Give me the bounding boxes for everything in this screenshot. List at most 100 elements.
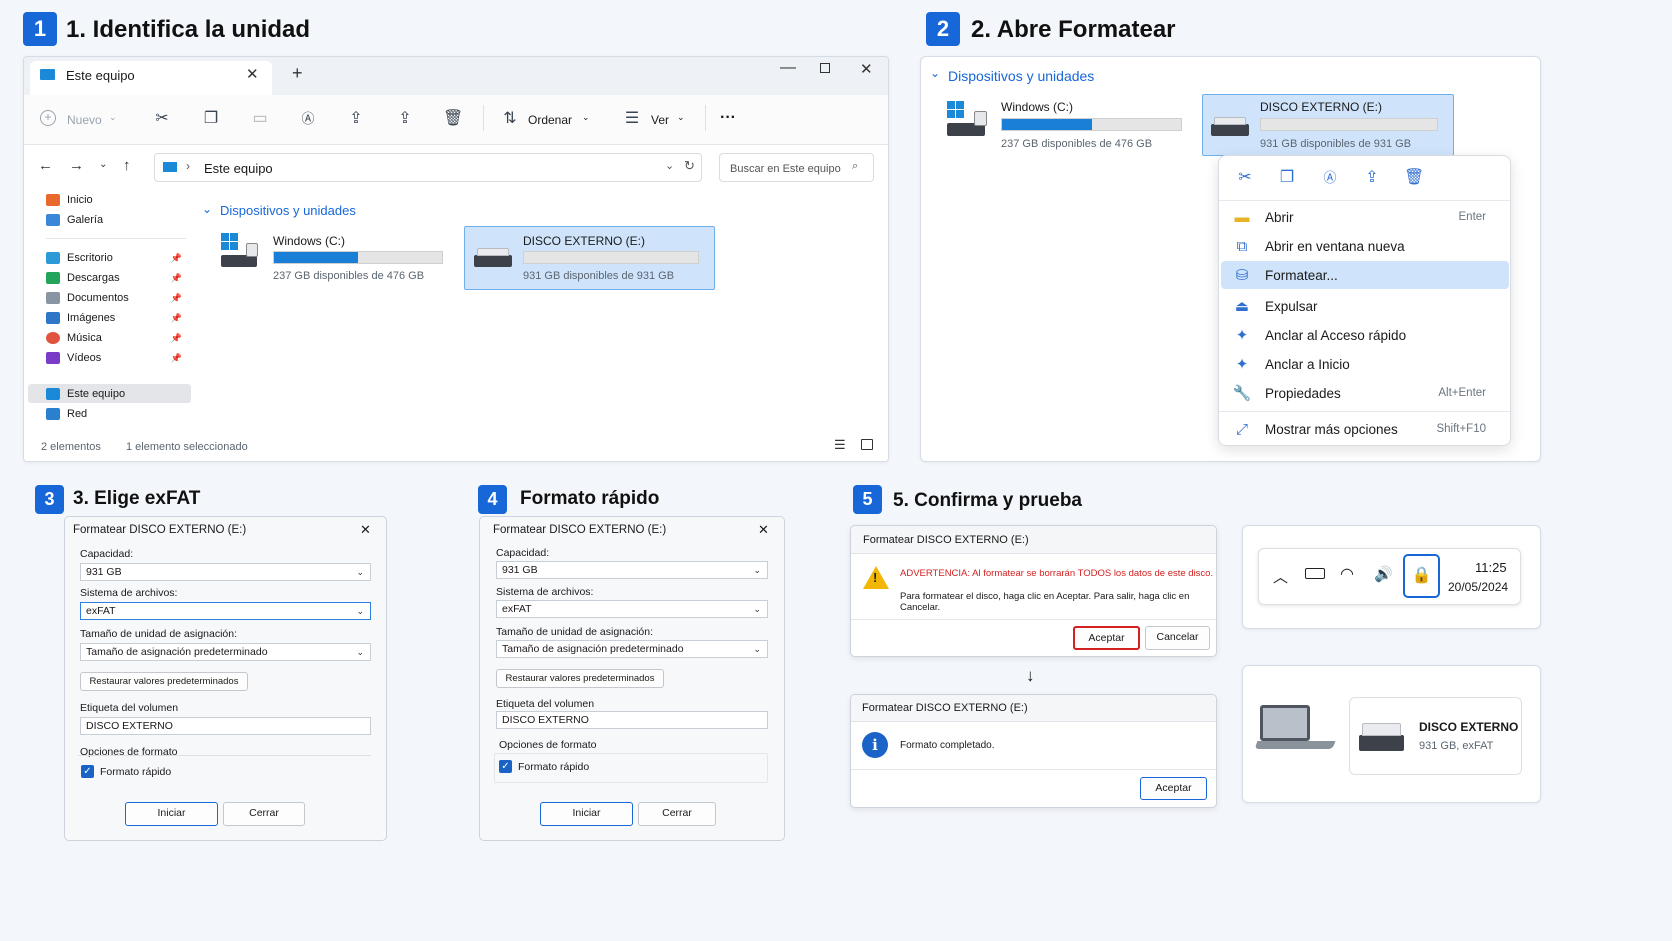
close-icon[interactable]: ✕ [758,522,769,538]
up-icon[interactable]: ↑ [123,157,131,174]
forward-icon[interactable]: → [69,157,84,174]
more-options-icon: ⤢ [1235,420,1248,438]
sort-icon[interactable]: ⇅ [500,109,520,129]
alloc-select[interactable]: Tamaño de asignación predeterminado ⌄ [80,643,371,661]
more-options-button[interactable]: ··· [720,109,736,127]
toolbar-divider-2 [705,105,706,131]
close-tab-icon[interactable]: ✕ [246,65,259,83]
sort-button[interactable]: Ordenar [528,113,572,127]
menu-item-anclar-acceso[interactable]: ✦ Anclar al Acceso rápido [1219,320,1510,350]
drive-c-usage-bar [1001,118,1182,131]
recent-chevron-icon[interactable]: ⌄ [99,159,107,170]
section-header[interactable]: Dispositivos y unidades [948,68,1094,84]
step-2-badge: 2 [926,12,960,46]
start-button[interactable]: Iniciar [540,802,633,826]
accept-button[interactable]: Aceptar [1073,626,1140,650]
menu-item-anclar-inicio[interactable]: ✦ Anclar a Inicio [1219,349,1510,379]
folder-icon: ▬ [1234,208,1250,226]
start-button[interactable]: Iniciar [125,802,218,826]
filesystem-select[interactable]: exFAT ⌄ [80,602,371,620]
capacity-select[interactable]: 931 GB ⌄ [80,563,371,581]
delete-icon[interactable]: 🗑 [443,109,463,129]
minimize-icon[interactable]: — [780,59,796,77]
cancel-button[interactable]: Cancelar [1145,626,1210,650]
menu-item-expulsar[interactable]: ⏏ Expulsar [1219,291,1510,321]
cut-icon[interactable]: ✂ [1235,168,1255,188]
close-button[interactable]: Cerrar [638,802,716,826]
menu-item-propiedades[interactable]: 🔧 Propiedades Alt+Enter [1219,378,1510,408]
section-chevron-icon[interactable]: ⌄ [202,202,212,216]
menu-item-abrir-label: Abrir [1265,209,1294,225]
capacity-select[interactable]: 931 GB ⌄ [496,561,768,579]
back-icon[interactable]: ← [38,157,53,174]
copy-icon[interactable]: ❐ [1277,168,1297,188]
pin-icon: 📌 [170,252,182,263]
new-button[interactable]: Nuevo [67,113,102,127]
share-icon[interactable]: ⇪ [1362,168,1382,188]
nav-videos[interactable]: Vídeos 📌 [46,349,192,367]
refresh-icon[interactable]: ↻ [684,158,695,174]
close-window-icon[interactable]: ✕ [860,60,873,78]
address-chevron-icon[interactable]: ⌄ [665,159,674,172]
search-icon[interactable]: ⌕ [852,160,858,173]
volume-label-input[interactable]: DISCO EXTERNO [80,717,371,735]
share-alt-icon[interactable]: ⇪ [395,109,415,129]
format-dialog-quick: Formatear DISCO EXTERNO (E:) ✕ Capacidad… [479,516,785,841]
new-icon[interactable]: + [40,110,56,126]
nav-este-equipo[interactable]: Este equipo [46,385,125,403]
restore-defaults-button[interactable]: Restaurar valores predeterminados [80,672,248,691]
share-icon[interactable]: ⇪ [346,109,366,129]
nav-escritorio[interactable]: Escritorio 📌 [46,249,192,267]
rename-icon[interactable]: Ⓐ [298,109,318,129]
capacity-value: 931 GB [86,566,122,578]
alloc-select[interactable]: Tamaño de asignación predeterminado ⌄ [496,640,768,658]
copy-icon[interactable]: ❐ [201,109,221,129]
maximize-icon[interactable] [820,63,830,73]
capacity-label: Capacidad: [496,547,550,559]
volume-label-value: DISCO EXTERNO [86,720,173,732]
nav-descargas[interactable]: Descargas 📌 [46,269,192,287]
shortcut-label: Alt+Enter [1438,387,1486,399]
section-header[interactable]: Dispositivos y unidades [220,203,356,218]
nav-galeria[interactable]: Galería [46,211,103,229]
tiles-view-icon[interactable] [861,439,873,450]
close-icon[interactable]: ✕ [360,522,371,538]
menu-item-abrir[interactable]: ▬ Abrir Enter [1219,202,1510,232]
battery-icon[interactable] [1305,568,1325,579]
nav-red[interactable]: Red [46,405,87,423]
menu-item-mas-opciones[interactable]: ⤢ Mostrar más opciones Shift+F10 [1219,414,1510,444]
done-accept-button[interactable]: Aceptar [1140,777,1207,800]
quick-format-checkbox[interactable]: ✓ [499,760,512,773]
drive-e-space: 931 GB disponibles de 931 GB [1260,138,1412,150]
nav-este-equipo-label: Este equipo [67,388,126,400]
usb-eject-icon[interactable]: 🔒 [1403,554,1440,598]
details-view-icon[interactable]: ☰ [834,437,846,453]
drive-c-usage-fill [274,252,358,263]
nav-inicio[interactable]: Inicio [46,191,93,209]
close-button[interactable]: Cerrar [223,802,305,826]
rename-icon[interactable]: Ⓐ [1320,168,1340,188]
nav-musica[interactable]: Música 📌 [46,329,192,347]
volume-label-input[interactable]: DISCO EXTERNO [496,711,768,729]
chevron-up-icon[interactable]: ︿ [1273,566,1288,587]
view-icon[interactable]: ☰ [622,109,642,129]
paste-icon[interactable]: ▭ [250,109,270,129]
section-chevron-icon[interactable]: ⌄ [930,66,940,80]
volume-icon[interactable]: 🔊 [1374,565,1393,583]
view-button[interactable]: Ver [651,113,669,127]
step-1-badge: 1 [23,12,57,46]
quick-format-checkbox[interactable]: ✓ [81,765,94,778]
nav-imagenes[interactable]: Imágenes 📌 [46,309,192,327]
new-tab-button[interactable]: + [292,63,303,84]
chevron-down-icon: ⌄ [753,644,761,654]
drive-e-name: DISCO EXTERNO (E:) [1260,100,1383,114]
nav-documentos[interactable]: Documentos 📌 [46,289,192,307]
nav-videos-label: Vídeos [67,352,102,364]
delete-icon[interactable]: 🗑 [1404,168,1424,188]
wifi-icon[interactable]: ◠ [1340,564,1354,584]
menu-item-abrir-nueva[interactable]: ⧉ Abrir en ventana nueva [1219,231,1510,261]
filesystem-select[interactable]: exFAT ⌄ [496,600,768,618]
restore-defaults-button[interactable]: Restaurar valores predeterminados [496,669,664,688]
cut-icon[interactable]: ✂ [152,109,172,129]
menu-item-formatear[interactable]: ⛁ Formatear... [1219,260,1510,290]
